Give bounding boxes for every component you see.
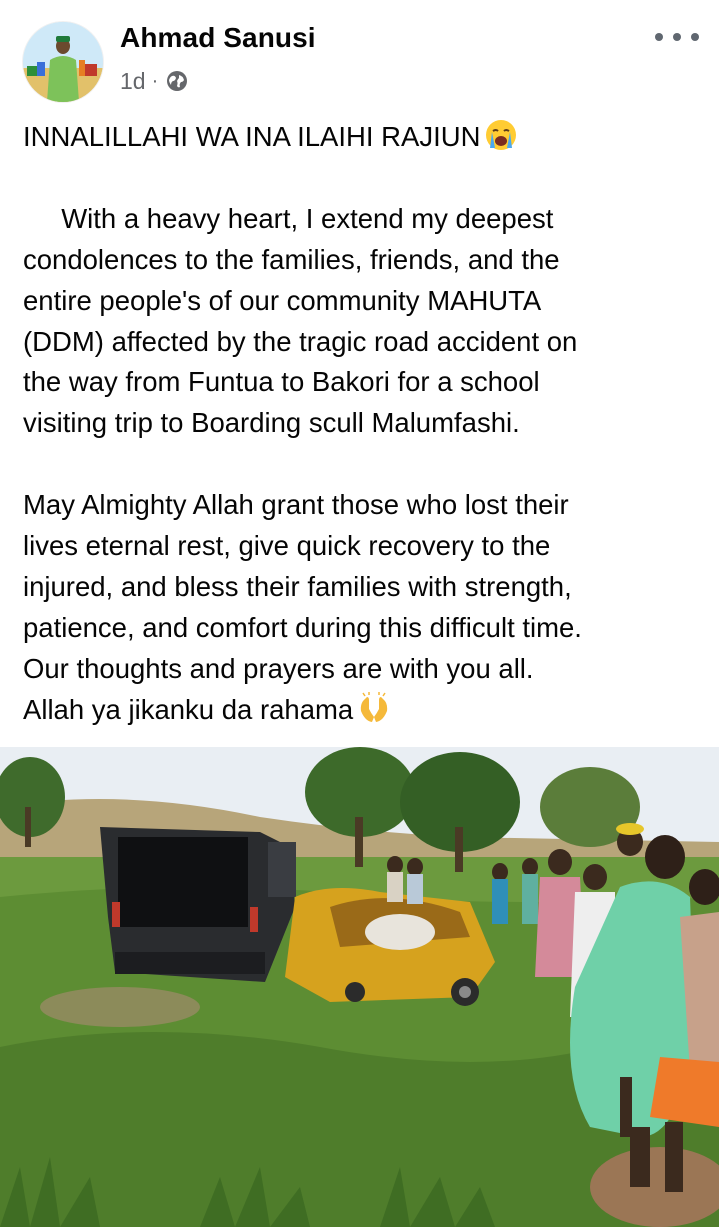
more-options-button[interactable] <box>655 22 699 52</box>
paragraph2-line: injured, and bless their families with s… <box>23 570 572 602</box>
more-dots-icon <box>655 33 663 41</box>
post-meta: 1d · <box>120 66 188 96</box>
paragraph1-line: the way from Funtua to Bakori for a scho… <box>23 366 540 398</box>
author-name[interactable]: Ahmad Sanusi <box>120 22 316 54</box>
paragraph1-line: visiting trip to Boarding scull Malumfas… <box>23 407 520 439</box>
paragraph1-line: condolences to the families, friends, an… <box>23 243 560 275</box>
raised-hands-emoji-icon <box>357 691 391 725</box>
paragraph2-line: Our thoughts and prayers are with you al… <box>23 652 534 684</box>
paragraph1-line: (DDM) affected by the tragic road accide… <box>23 325 578 357</box>
loudly-crying-face-emoji-icon <box>484 118 518 152</box>
more-dots-icon <box>673 33 681 41</box>
paragraph1-line: With a heavy heart, I extend my deepest <box>23 199 713 240</box>
paragraph2-closing-line: Allah ya jikanku da rahama <box>23 690 713 731</box>
post-body: INNALILLAHI WA INA ILAIHI RAJIUN With a … <box>23 117 713 731</box>
post-title-line: INNALILLAHI WA INA ILAIHI RAJIUN <box>23 117 713 158</box>
paragraph2-line: lives eternal rest, give quick recovery … <box>23 530 551 562</box>
paragraph2-closing-text: Allah ya jikanku da rahama <box>23 693 354 725</box>
paragraph1-line: entire people's of our community MAHUTA <box>23 284 542 316</box>
post-title-text: INNALILLAHI WA INA ILAIHI RAJIUN <box>23 121 481 152</box>
paragraph2-line: patience, and comfort during this diffic… <box>23 611 582 643</box>
more-dots-icon <box>691 33 699 41</box>
meta-separator: · <box>151 69 159 92</box>
post-timestamp[interactable]: 1d <box>120 68 146 95</box>
globe-icon[interactable] <box>166 70 188 92</box>
author-avatar[interactable] <box>23 22 103 102</box>
paragraph1-line-text: With a heavy heart, I extend my deepest <box>61 202 554 234</box>
post-header: Ahmad Sanusi 1d · <box>0 0 719 110</box>
paragraph2-line: May Almighty Allah grant those who lost … <box>23 489 569 521</box>
accident-scene-photo-icon <box>0 747 719 1227</box>
post-photo[interactable] <box>0 747 719 1227</box>
